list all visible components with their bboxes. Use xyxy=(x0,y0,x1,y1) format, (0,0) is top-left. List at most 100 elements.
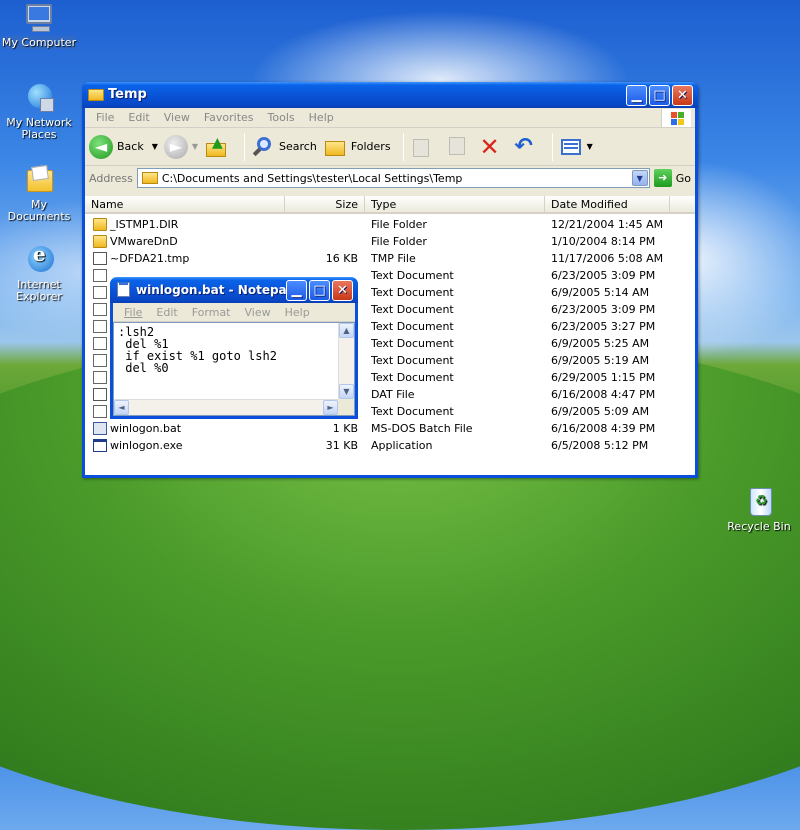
window-title: Temp xyxy=(108,87,147,102)
back-button[interactable]: ◄ Back ▼ xyxy=(89,134,158,159)
desktop-icon-my-network-places[interactable]: My Network Places xyxy=(0,82,78,141)
file-date: 6/5/2008 5:12 PM xyxy=(551,439,649,452)
close-button[interactable]: ✕ xyxy=(672,85,693,106)
folders-button[interactable]: Folders xyxy=(323,135,391,159)
desktop-icon-label: Recycle Bin xyxy=(727,520,791,533)
address-dropdown-button[interactable]: ▼ xyxy=(631,170,648,186)
file-type: Text Document xyxy=(371,269,454,282)
file-row[interactable]: winlogon.bat 1 KB MS-DOS Batch File 6/16/20… xyxy=(85,420,695,437)
delete-button[interactable]: ✕ xyxy=(478,135,506,159)
file-date: 6/9/2005 5:14 AM xyxy=(551,286,650,299)
text-document-icon xyxy=(93,320,107,333)
file-size xyxy=(290,233,365,250)
internet-explorer-icon: e xyxy=(22,244,56,276)
scroll-down-icon[interactable]: ▼ xyxy=(339,384,354,399)
forward-button[interactable]: ► ▼ xyxy=(163,134,198,159)
desktop-icon-my-computer[interactable]: My Computer xyxy=(0,2,78,49)
undo-button[interactable]: ↶ xyxy=(512,134,540,159)
search-button[interactable]: Search xyxy=(251,135,317,159)
minimize-icon: ▁ xyxy=(291,283,302,298)
file-type: Text Document xyxy=(371,286,454,299)
views-button[interactable]: ▼ xyxy=(559,135,593,159)
menu-view[interactable]: View xyxy=(238,306,278,319)
menu-favorites[interactable]: Favorites xyxy=(197,111,261,124)
column-size[interactable]: Size xyxy=(285,196,365,212)
file-name-cell[interactable]: _ISTMP1.DIR xyxy=(85,216,290,233)
maximize-button[interactable]: □ xyxy=(309,280,330,301)
file-date: 6/23/2005 3:09 PM xyxy=(551,303,656,316)
file-type: Application xyxy=(371,439,433,452)
notepad-titlebar[interactable]: winlogon.bat - Notepad ▁ □ ✕ xyxy=(110,277,358,303)
vertical-scrollbar[interactable]: ▲ ▼ xyxy=(338,323,354,399)
scroll-right-icon[interactable]: ► xyxy=(323,400,338,415)
file-date: 6/23/2005 3:09 PM xyxy=(551,269,656,282)
network-places-icon xyxy=(22,82,56,114)
text-document-icon xyxy=(93,337,107,350)
scroll-left-icon[interactable]: ◄ xyxy=(114,400,129,415)
maximize-button[interactable]: □ xyxy=(649,85,670,106)
file-date: 6/9/2005 5:25 AM xyxy=(551,337,650,350)
desktop-icon-label: My Documents xyxy=(7,198,71,223)
resize-grip[interactable] xyxy=(338,399,354,415)
menu-file[interactable]: File xyxy=(117,306,149,319)
notepad-icon xyxy=(116,282,132,297)
file-date: 6/29/2005 1:15 PM xyxy=(551,371,656,384)
desktop-icon-internet-explorer[interactable]: e Internet Explorer xyxy=(0,244,78,303)
address-field[interactable]: C:\Documents and Settings\tester\Local S… xyxy=(136,168,650,188)
file-row[interactable]: ~DFDA21.tmp 16 KB TMP File 11/17/2006 5:08 … xyxy=(85,250,695,267)
menu-edit[interactable]: Edit xyxy=(121,111,156,124)
menu-file[interactable]: File xyxy=(89,111,121,124)
file-name: ~DFDA21.tmp xyxy=(110,252,190,265)
file-size: 1 KB xyxy=(332,422,358,435)
file-name-cell[interactable]: winlogon.exe xyxy=(85,437,290,454)
desktop-icon-my-documents[interactable]: My Documents xyxy=(0,164,78,223)
menu-tools[interactable]: Tools xyxy=(261,111,302,124)
column-name[interactable]: Name xyxy=(85,196,285,212)
file-type: File Folder xyxy=(371,235,427,248)
horizontal-scrollbar[interactable]: ◄ ► xyxy=(114,399,338,415)
go-button[interactable]: ➜ Go xyxy=(653,169,691,187)
minimize-button[interactable]: ▁ xyxy=(626,85,647,106)
up-folder-button[interactable]: ▲ xyxy=(204,135,232,159)
copy-to-button[interactable] xyxy=(444,135,472,159)
file-name: VMwareDnD xyxy=(110,235,178,248)
folder-icon xyxy=(141,172,158,184)
menu-edit[interactable]: Edit xyxy=(149,306,184,319)
file-date: 6/16/2008 4:39 PM xyxy=(551,422,656,435)
move-to-button[interactable] xyxy=(410,135,438,159)
forward-dropdown-icon[interactable]: ▼ xyxy=(192,142,198,151)
menu-view[interactable]: View xyxy=(157,111,197,124)
desktop-icon-label: My Computer xyxy=(1,36,77,49)
file-row[interactable]: winlogon.exe 31 KB Application 6/5/2008 5:1… xyxy=(85,437,695,454)
search-label: Search xyxy=(279,140,317,153)
notepad-window: winlogon.bat - Notepad ▁ □ ✕ File Edit F… xyxy=(110,277,358,419)
close-button[interactable]: ✕ xyxy=(332,280,353,301)
file-name-cell[interactable]: ~DFDA21.tmp xyxy=(85,250,290,267)
file-type: Text Document xyxy=(371,320,454,333)
back-dropdown-icon[interactable]: ▼ xyxy=(152,142,158,151)
column-type[interactable]: Type xyxy=(365,196,545,212)
notepad-menubar: File Edit Format View Help xyxy=(113,303,355,322)
file-type: Text Document xyxy=(371,405,454,418)
menu-help[interactable]: Help xyxy=(278,306,317,319)
explorer-titlebar[interactable]: Temp ▁ □ ✕ xyxy=(82,82,698,108)
minimize-icon: ▁ xyxy=(631,88,642,103)
scroll-up-icon[interactable]: ▲ xyxy=(339,323,354,338)
notepad-text[interactable]: :lsh2 del %1 if exist %1 goto lsh2 del %… xyxy=(114,323,338,399)
back-arrow-icon: ◄ xyxy=(89,134,113,159)
text-document-icon xyxy=(93,371,107,384)
menu-help[interactable]: Help xyxy=(302,111,341,124)
menu-format[interactable]: Format xyxy=(185,306,238,319)
file-row[interactable]: _ISTMP1.DIR File Folder 12/21/2004 1:45 AM xyxy=(85,216,695,233)
file-name-cell[interactable]: VMwareDnD xyxy=(85,233,290,250)
minimize-button[interactable]: ▁ xyxy=(286,280,307,301)
file-name-cell[interactable]: winlogon.bat xyxy=(85,420,290,437)
batch-file-icon xyxy=(93,422,107,435)
file-row[interactable]: VMwareDnD File Folder 1/10/2004 8:14 PM xyxy=(85,233,695,250)
file-date: 12/21/2004 1:45 AM xyxy=(551,218,664,231)
column-date-modified[interactable]: Date Modified xyxy=(545,196,670,212)
toolbar-separator xyxy=(402,132,404,161)
folder-icon xyxy=(93,235,107,248)
file-date: 1/10/2004 8:14 PM xyxy=(551,235,656,248)
desktop-icon-recycle-bin[interactable]: ♻ Recycle Bin xyxy=(720,486,798,533)
